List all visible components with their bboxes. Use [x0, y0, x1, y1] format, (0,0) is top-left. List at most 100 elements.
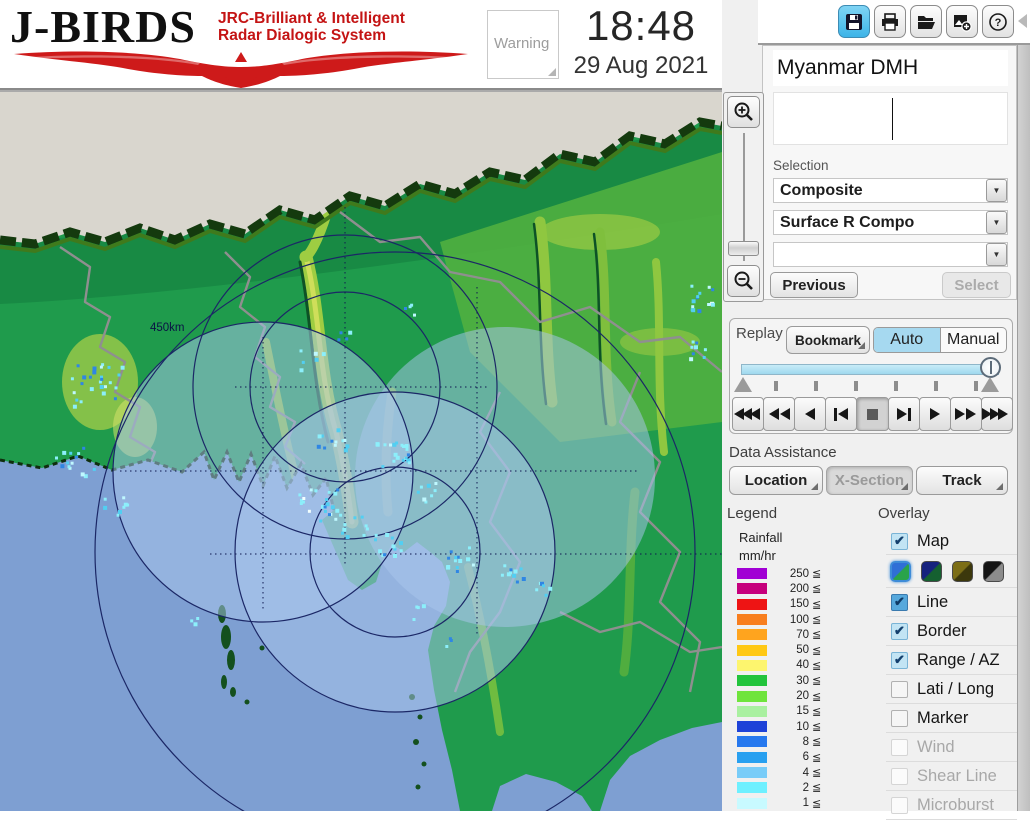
line-checkbox[interactable]: ✔: [891, 593, 908, 611]
slider-start-marker-icon[interactable]: [734, 377, 752, 392]
legend-color-swatch: [737, 690, 767, 702]
rain-echo-pixel: [521, 577, 526, 581]
marker-checkbox[interactable]: [891, 709, 908, 727]
lati-long-checkbox[interactable]: [891, 680, 908, 698]
rain-echo-pixel: [342, 527, 347, 532]
legend-operator: ≦: [812, 721, 822, 734]
rain-echo-pixel: [323, 505, 327, 509]
legend-operator: ≦: [812, 782, 822, 795]
zoom-slider-handle[interactable]: [728, 241, 759, 256]
rain-echo-pixel: [92, 366, 97, 371]
chevron-down-icon[interactable]: ▼: [986, 179, 1007, 202]
rain-echo-pixel: [374, 533, 378, 537]
rain-echo-pixel: [88, 375, 92, 379]
bookmark-button[interactable]: Bookmark: [786, 326, 870, 354]
rain-echo-pixel: [694, 345, 698, 350]
print-button[interactable]: [874, 5, 906, 38]
previous-button[interactable]: Previous: [770, 272, 858, 298]
border-checkbox[interactable]: ✔: [891, 622, 908, 640]
rain-echo-pixel: [691, 305, 695, 309]
auto-mode-button[interactable]: Auto: [874, 328, 940, 352]
rain-echo-pixel: [455, 570, 459, 573]
clock-date: 29 Aug 2021: [573, 52, 709, 79]
location-button[interactable]: Location: [729, 466, 823, 495]
playback-controls: [732, 397, 1013, 431]
dropdown-product-category[interactable]: Composite ▼: [773, 178, 1008, 203]
radar-map[interactable]: 450km: [0, 90, 723, 820]
rain-echo-pixel: [696, 295, 700, 299]
map-style-black-gray-button[interactable]: [983, 560, 1004, 582]
replay-slider-handle[interactable]: [980, 357, 1001, 378]
chevron-down-icon[interactable]: ▼: [986, 211, 1007, 234]
overlay-row-marker: Marker: [886, 704, 1017, 733]
rain-echo-pixel: [512, 573, 517, 578]
rain-echo-pixel: [695, 341, 699, 345]
legend-value: 70: [796, 628, 809, 641]
rain-echo-pixel: [116, 513, 120, 517]
add-image-button[interactable]: [946, 5, 978, 38]
rain-echo-pixel: [365, 527, 369, 531]
rain-echo-pixel: [80, 382, 84, 386]
fast-forward-button[interactable]: [949, 397, 982, 431]
collapse-panel-arrow-icon[interactable]: [1018, 14, 1027, 28]
overlay-item-label: Lati / Long: [917, 679, 995, 698]
track-button[interactable]: Track: [916, 466, 1008, 495]
open-folder-button[interactable]: [910, 5, 942, 38]
legend-color-swatch: [737, 721, 767, 733]
rain-echo-pixel: [341, 531, 344, 535]
select-button[interactable]: Select: [942, 272, 1011, 298]
map-style-blue-green-button[interactable]: [890, 560, 911, 582]
map-checkbox[interactable]: ✔: [891, 532, 908, 550]
legend-value: 4: [802, 766, 809, 779]
legend-row: 2 ≦: [737, 780, 847, 795]
range-az-checkbox[interactable]: ✔: [891, 651, 908, 669]
rain-echo-pixel: [337, 338, 341, 342]
map-style-navy-green-button[interactable]: [921, 560, 942, 582]
rain-echo-pixel: [381, 465, 385, 469]
legend-operator: ≦: [812, 705, 822, 718]
save-button[interactable]: [838, 5, 870, 38]
rain-echo-pixel: [343, 523, 347, 527]
rain-echo-pixel: [446, 565, 450, 570]
rain-echo-pixel: [426, 483, 431, 488]
step-back-button[interactable]: [825, 397, 858, 431]
play-reverse-button[interactable]: [794, 397, 827, 431]
overlay-row-map: ✔ Map: [886, 528, 1017, 555]
rain-echo-pixel: [416, 490, 420, 494]
rain-echo-pixel: [103, 505, 108, 510]
step-forward-button[interactable]: [887, 397, 920, 431]
replay-slider-track[interactable]: [741, 364, 999, 375]
legend-color-swatch: [737, 767, 767, 778]
map-style-olive-button[interactable]: [952, 560, 973, 582]
legend-row: 150 ≦: [737, 597, 847, 612]
zoom-in-button[interactable]: [727, 96, 760, 128]
warning-panel[interactable]: Warning: [487, 10, 559, 79]
dropdown-product-option[interactable]: ▼: [773, 242, 1008, 267]
rain-echo-pixel: [407, 461, 411, 465]
zoom-out-button[interactable]: [727, 265, 760, 297]
overlay-row-shear-line: Shear Line: [886, 762, 1017, 791]
legend-value: 250: [789, 567, 809, 580]
fast-forward-3-button[interactable]: [980, 397, 1013, 431]
slider-tick: [894, 381, 898, 391]
dropdown-product-type[interactable]: Surface R Compo ▼: [773, 210, 1008, 235]
stop-button[interactable]: [856, 397, 889, 431]
map-style-swatches: [886, 555, 1017, 588]
rainfall-legend: 250 ≦ 200 ≦ 150 ≦ 100 ≦ 70 ≦ 50 ≦ 40 ≦ 30 ≦ 20 ≦ 15 ≦ 10 ≦ 8 ≦ 6…: [737, 566, 847, 811]
x-section-button[interactable]: X-Section: [826, 466, 913, 495]
chevron-down-icon[interactable]: ▼: [986, 243, 1007, 266]
legend-row: 20 ≦: [737, 688, 847, 703]
rain-echo-pixel: [70, 377, 74, 381]
legend-row: 30 ≦: [737, 673, 847, 688]
manual-mode-button[interactable]: Manual: [939, 328, 1007, 352]
slider-end-marker-icon[interactable]: [981, 377, 999, 392]
play-button[interactable]: [918, 397, 951, 431]
rain-echo-pixel: [321, 352, 326, 357]
rain-echo-pixel: [316, 444, 321, 449]
fast-rewind-button[interactable]: [763, 397, 796, 431]
fast-rewind-3-button[interactable]: [732, 397, 765, 431]
help-button[interactable]: ?: [982, 5, 1014, 38]
legend-color-swatch: [737, 598, 767, 610]
legend-value: 150: [789, 598, 809, 611]
station-display-field[interactable]: [773, 92, 1008, 145]
